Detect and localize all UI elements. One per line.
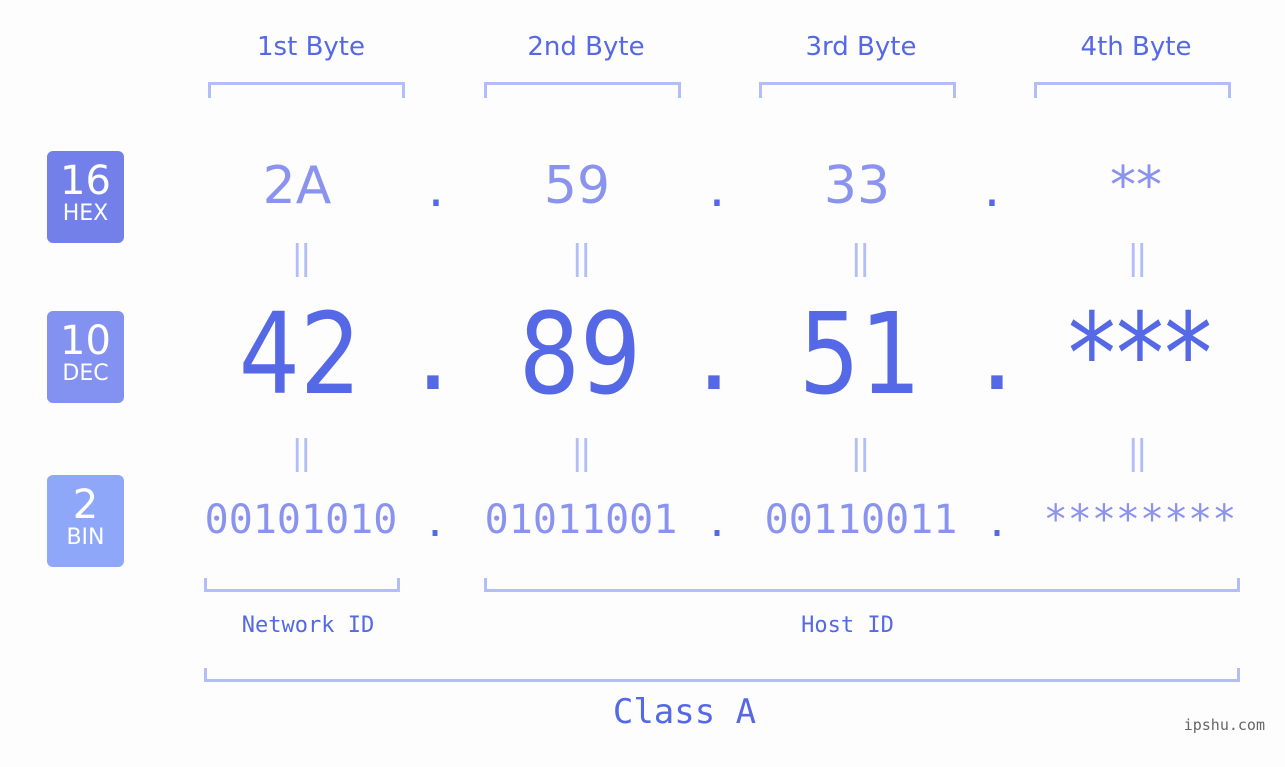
dec-separator: . xyxy=(415,287,451,415)
byte-header-2: 2nd Byte xyxy=(527,32,645,62)
hex-badge: 16 HEX xyxy=(47,151,124,243)
equals-sign: || xyxy=(850,238,871,278)
dec-value-2: 89 xyxy=(518,290,642,420)
byte-bracket-2 xyxy=(484,82,681,98)
byte-bracket-3 xyxy=(759,82,956,98)
hex-base-label: HEX xyxy=(62,201,109,226)
bin-value-2: 01011001 xyxy=(484,497,678,543)
dec-base-label: DEC xyxy=(62,361,109,386)
hex-value-1: 2A xyxy=(262,156,332,216)
byte-bracket-1 xyxy=(208,82,405,98)
byte-bracket-4 xyxy=(1034,82,1231,98)
hex-value-3: 33 xyxy=(823,156,891,216)
equals-sign: || xyxy=(291,433,312,473)
equals-sign: || xyxy=(1127,238,1148,278)
hex-separator: . xyxy=(703,166,731,217)
bin-separator: . xyxy=(422,500,448,546)
hex-separator: . xyxy=(422,166,450,217)
watermark: ipshu.com xyxy=(1183,716,1265,734)
equals-sign: || xyxy=(1127,433,1148,473)
host-id-label: Host ID xyxy=(801,613,894,638)
bin-base-number: 2 xyxy=(72,482,99,528)
byte-header-1: 1st Byte xyxy=(257,32,365,62)
equals-sign: || xyxy=(291,238,312,278)
equals-sign: || xyxy=(571,433,592,473)
equals-sign: || xyxy=(571,238,592,278)
dec-separator: . xyxy=(979,287,1015,415)
hex-value-2: 59 xyxy=(543,156,611,216)
class-bracket xyxy=(204,668,1240,682)
bin-badge: 2 BIN xyxy=(47,475,124,567)
dec-value-4: *** xyxy=(1067,290,1213,420)
bin-value-4: ******** xyxy=(1043,497,1237,543)
hex-base-number: 16 xyxy=(60,158,111,204)
network-id-bracket xyxy=(204,578,400,592)
bin-value-1: 00101010 xyxy=(204,497,398,543)
dec-base-number: 10 xyxy=(60,318,111,364)
network-id-label: Network ID xyxy=(241,613,375,638)
bin-value-3: 00110011 xyxy=(764,497,958,543)
byte-header-4: 4th Byte xyxy=(1080,32,1192,62)
dec-value-3: 51 xyxy=(798,290,922,420)
bin-separator: . xyxy=(984,500,1010,546)
dec-badge: 10 DEC xyxy=(47,311,124,403)
byte-header-3: 3rd Byte xyxy=(805,32,917,62)
host-id-bracket xyxy=(484,578,1240,592)
hex-value-4: ** xyxy=(1110,156,1162,216)
hex-separator: . xyxy=(978,166,1006,217)
bin-base-label: BIN xyxy=(66,525,105,550)
dec-value-1: 42 xyxy=(238,290,362,420)
dec-separator: . xyxy=(696,287,732,415)
class-label: Class A xyxy=(612,692,757,732)
equals-sign: || xyxy=(850,433,871,473)
bin-separator: . xyxy=(704,500,730,546)
